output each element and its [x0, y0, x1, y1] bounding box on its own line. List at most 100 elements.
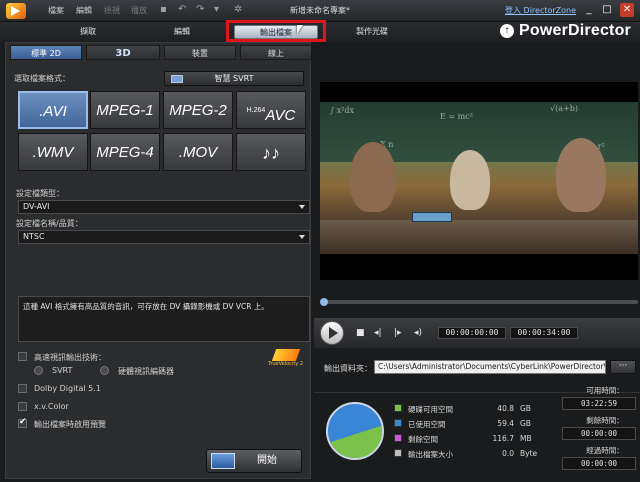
next-frame-icon[interactable]: |▸ — [394, 327, 402, 339]
truevelocity-logo: TrueVelocity 2 — [268, 349, 304, 369]
app-logo-icon — [6, 3, 26, 19]
format-avc-button[interactable]: H.264AVC — [236, 91, 306, 129]
current-time: 00:00:00:00 — [438, 327, 506, 339]
format-wmv-button[interactable]: .WMV — [18, 133, 88, 171]
equation-graphic: √(a+b) — [550, 104, 578, 113]
file-type-label: 設定檔類型： — [16, 189, 64, 198]
dolby-label: Dolby Digital 5.1 — [34, 384, 101, 393]
seek-bar[interactable] — [322, 300, 638, 304]
remaining-time-value: 00:00:00 — [562, 427, 636, 440]
browse-folder-button[interactable]: ··· — [610, 360, 636, 374]
equation-graphic: E = mc² — [440, 112, 473, 121]
play-button[interactable] — [320, 321, 344, 345]
gear-icon[interactable]: ✲ — [234, 4, 242, 16]
legend-output-value: 0.0 — [502, 449, 514, 458]
total-time: 00:00:34:00 — [510, 327, 578, 339]
legend-remaining-value: 116.7 — [492, 434, 514, 443]
format-mpeg2-button[interactable]: MPEG-2 — [163, 91, 233, 129]
tab-capture[interactable]: 擷取 — [50, 25, 126, 39]
svrt-button[interactable]: 智慧 SVRT — [164, 71, 304, 86]
tab-online[interactable]: 線上 — [240, 45, 312, 60]
svrt-icon — [171, 75, 183, 83]
brand-logo: ↑ PowerDirector — [500, 22, 631, 40]
legend-used-swatch — [394, 419, 402, 427]
file-type-select[interactable]: DV-AVI — [18, 200, 310, 214]
menu-edit[interactable]: 編輯 — [76, 5, 92, 16]
format-mpeg4-button[interactable]: MPEG-4 — [90, 133, 160, 171]
preview-panel: ∫ x²dx E = mc² √(a+b) Σ n π r² ■ ◂| |▸ ◂… — [314, 42, 640, 482]
xvcolor-label: x.v.Color — [34, 402, 69, 411]
legend-used-value: 59.4 — [497, 419, 514, 428]
chevron-down-icon — [299, 205, 305, 209]
remaining-time-label: 剩餘時間： — [586, 416, 624, 425]
student-figure — [556, 138, 606, 212]
legend-output-label: 輸出檔案大小 — [408, 450, 453, 459]
fast-render-label: 高速視訊輸出技術： — [34, 353, 106, 362]
legend-free-swatch — [394, 404, 402, 412]
preview-checkbox[interactable] — [18, 417, 27, 428]
output-folder-label: 輸出資料夾： — [324, 364, 372, 373]
pie-free-slice — [328, 424, 382, 458]
output-folder-input[interactable]: C:\Users\Administrator\Documents\CyberLi… — [374, 360, 606, 374]
close-button[interactable]: ✕ — [620, 3, 634, 17]
format-mov-button[interactable]: .MOV — [163, 133, 233, 171]
tab-create-disc[interactable]: 製作光碟 — [334, 25, 410, 39]
stop-icon[interactable]: ■ — [356, 327, 365, 339]
tab-3d[interactable]: 3D — [86, 45, 160, 60]
playback-controls: ■ ◂| |▸ ◂) 00:00:00:00 00:00:34:00 — [314, 318, 640, 348]
seek-handle[interactable] — [320, 298, 328, 306]
format-audio-button[interactable]: ♪♪ — [236, 133, 306, 171]
highlight-box — [226, 20, 326, 42]
available-time-label: 可用時間： — [586, 386, 624, 395]
mouse-cursor-icon — [297, 25, 303, 34]
profile-label: 設定檔名稱/品質： — [16, 219, 83, 228]
svrt-radio-label: SVRT — [52, 366, 73, 375]
menu-play[interactable]: 播放 — [131, 5, 147, 16]
legend-output-unit: Byte — [520, 449, 538, 458]
format-mpeg1-button[interactable]: MPEG-1 — [90, 91, 160, 129]
available-time-value: 03:22:59 — [562, 397, 636, 410]
redo-icon[interactable]: ↷ — [196, 4, 204, 16]
chevron-down-icon[interactable]: ▾ — [214, 4, 219, 16]
xvcolor-checkbox[interactable] — [18, 402, 27, 411]
hw-encoder-radio[interactable] — [100, 366, 109, 375]
student-figure — [350, 142, 396, 212]
equation-graphic: ∫ x²dx — [330, 106, 355, 115]
profile-select[interactable]: NTSC — [18, 230, 310, 244]
video-frame: ∫ x²dx E = mc² √(a+b) Σ n π r² — [320, 102, 638, 254]
desk — [320, 220, 638, 254]
upload-icon: ↑ — [500, 24, 514, 38]
film-icon — [211, 453, 235, 469]
save-icon[interactable]: ▪ — [160, 4, 167, 16]
tab-edit[interactable]: 編輯 — [144, 25, 220, 39]
disk-space-pie-chart — [326, 402, 384, 460]
elapsed-time-value: 00:00:00 — [562, 457, 636, 470]
legend-remaining-unit: MB — [520, 434, 532, 443]
student-figure — [450, 150, 490, 210]
hw-encoder-radio-label: 硬體視訊編碼器 — [118, 367, 174, 376]
volume-icon[interactable]: ◂) — [414, 327, 422, 339]
produce-settings-panel: 標準 2D 3D 裝置 線上 選取檔案格式： 智慧 SVRT .AVI MPEG… — [5, 42, 312, 479]
undo-icon[interactable]: ↶ — [178, 4, 186, 16]
project-title: 新增未命名專案* — [290, 6, 350, 15]
dolby-checkbox[interactable] — [18, 384, 27, 393]
maximize-button[interactable]: □ — [600, 3, 614, 17]
title-bar: 檔案 編輯 檢視 播放 ▪ ↶ ↷ ▾ ✲ 新增未命名專案* 登入 Direct… — [0, 0, 640, 22]
legend-remaining-swatch — [394, 434, 402, 442]
elapsed-time-label: 經過時間： — [586, 446, 624, 455]
format-avi-button[interactable]: .AVI — [18, 91, 88, 129]
tab-standard-2d[interactable]: 標準 2D — [10, 45, 82, 60]
profile-description: 這種 AVI 格式擁有高品質的音訊，可存放在 DV 攝錄影機或 DV VCR 上… — [18, 296, 310, 342]
minimize-button[interactable]: _ — [582, 3, 596, 17]
previous-frame-icon[interactable]: ◂| — [374, 327, 382, 339]
menu-view[interactable]: 檢視 — [104, 5, 120, 16]
legend-free-unit: GB — [520, 404, 531, 413]
svrt-radio[interactable] — [34, 366, 43, 375]
lightning-icon — [271, 349, 301, 361]
login-link[interactable]: 登入 DirectorZone — [505, 5, 576, 16]
start-button[interactable]: 開始 — [206, 449, 302, 473]
fast-render-checkbox[interactable] — [18, 352, 27, 361]
legend-used-unit: GB — [520, 419, 531, 428]
menu-file[interactable]: 檔案 — [48, 5, 64, 16]
tab-device[interactable]: 裝置 — [164, 45, 236, 60]
